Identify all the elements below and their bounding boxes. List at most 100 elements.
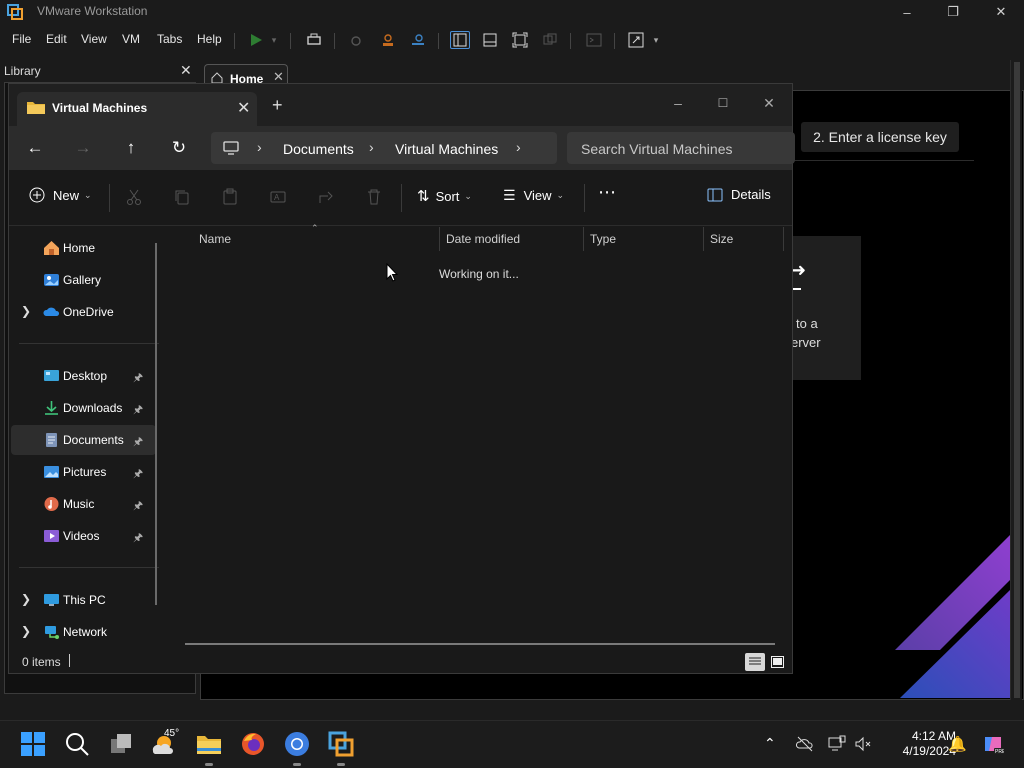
stretch-dropdown-icon[interactable]: ▾ (650, 31, 662, 49)
weather-widget[interactable]: 45° (150, 728, 186, 757)
snapshot-manager-icon[interactable] (408, 31, 428, 49)
nav-scrollbar[interactable] (155, 243, 157, 605)
nav-item-gallery[interactable]: Gallery (11, 265, 156, 295)
paste-icon[interactable] (221, 188, 239, 206)
task-view-icon[interactable] (108, 731, 134, 757)
sort-button[interactable]: ⇅ Sort ⌄ (417, 187, 472, 205)
revert-snapshot-icon[interactable] (378, 31, 398, 49)
nav-item-music[interactable]: Music 🖈 (11, 489, 156, 519)
new-tab-icon[interactable]: + (272, 95, 283, 116)
breadcrumb-chevron-icon[interactable]: › (257, 139, 262, 155)
restore-button[interactable]: ❐ (930, 0, 976, 24)
column-header-size[interactable]: Size (710, 232, 733, 246)
menu-view[interactable]: View (81, 32, 107, 46)
pin-icon[interactable]: 🖈 (133, 497, 143, 516)
close-button[interactable]: ✕ (978, 0, 1024, 24)
horizontal-scrollbar[interactable] (185, 643, 775, 645)
nav-item-this-pc[interactable]: ❯ This PC (11, 585, 156, 615)
menu-file[interactable]: File (12, 32, 31, 46)
forward-icon[interactable]: → (72, 137, 94, 159)
nav-item-network[interactable]: ❯ Network (11, 617, 156, 647)
details-view-icon[interactable] (745, 653, 765, 671)
enter-license-button[interactable]: 2. Enter a license key (801, 122, 959, 152)
up-icon[interactable]: ↑ (120, 137, 142, 159)
minimize-button[interactable]: – (884, 0, 930, 24)
search-input[interactable]: Search Virtual Machines (567, 132, 795, 164)
view-button[interactable]: ☰ View ⌄ (503, 187, 564, 204)
copy-icon[interactable] (173, 188, 191, 206)
show-library-icon[interactable] (450, 31, 470, 49)
menu-help[interactable]: Help (197, 32, 222, 46)
pin-icon[interactable]: 🖈 (133, 465, 143, 484)
cloud-offline-icon[interactable] (796, 735, 814, 753)
copilot-icon[interactable]: PRE (982, 733, 1004, 755)
column-header-date-modified[interactable]: Date modified (446, 232, 520, 246)
breadcrumb-chevron-icon[interactable]: › (369, 139, 374, 155)
chrome-icon[interactable] (284, 731, 310, 757)
network-status-icon[interactable] (828, 735, 846, 753)
column-header-type[interactable]: Type (590, 232, 616, 246)
volume-muted-icon[interactable] (854, 735, 872, 753)
full-screen-icon[interactable] (510, 31, 530, 49)
start-icon[interactable] (20, 731, 46, 757)
column-divider[interactable] (583, 227, 584, 251)
stretch-guest-icon[interactable] (626, 31, 646, 49)
menu-vm[interactable]: VM (122, 32, 140, 46)
column-divider[interactable] (783, 227, 784, 251)
refresh-icon[interactable]: ↻ (168, 137, 190, 159)
scrollbar-thumb[interactable] (1014, 62, 1020, 698)
menu-edit[interactable]: Edit (46, 32, 67, 46)
send-keys-icon[interactable] (304, 31, 324, 49)
nav-item-desktop[interactable]: Desktop 🖈 (11, 361, 156, 391)
large-icons-view-icon[interactable] (768, 653, 786, 671)
close-tab-icon[interactable]: ✕ (237, 98, 250, 118)
breadcrumb-documents[interactable]: Documents (283, 141, 354, 157)
new-button[interactable]: New ⌄ (29, 187, 92, 203)
minimize-button[interactable]: – (663, 90, 693, 116)
connect-remote-server-card[interactable]: ➜ to a erver (791, 236, 861, 380)
vmware-scrollbar[interactable] (1010, 60, 1022, 700)
breadcrumb-virtual-machines[interactable]: Virtual Machines (395, 141, 498, 157)
power-on-icon[interactable] (246, 31, 266, 49)
back-icon[interactable]: ← (24, 137, 46, 159)
nav-item-onedrive[interactable]: ❯ OneDrive (11, 297, 156, 327)
thumbnail-bar-icon[interactable] (480, 31, 500, 49)
search-icon[interactable] (64, 731, 90, 757)
expand-chevron-icon[interactable]: ❯ (21, 304, 31, 318)
more-options-icon[interactable]: ⋯ (598, 182, 616, 203)
unity-icon[interactable] (540, 31, 560, 49)
cut-icon[interactable] (125, 188, 143, 206)
delete-icon[interactable] (365, 188, 383, 206)
nav-item-pictures[interactable]: Pictures 🖈 (11, 457, 156, 487)
menu-tabs[interactable]: Tabs (157, 32, 182, 46)
show-hidden-icons-icon[interactable]: ⌃ (764, 735, 782, 753)
expand-chevron-icon[interactable]: ❯ (21, 592, 31, 606)
nav-item-documents[interactable]: Documents 🖈 (11, 425, 156, 455)
close-library-icon[interactable]: ✕ (180, 62, 192, 79)
pin-icon[interactable]: 🖈 (133, 529, 143, 548)
column-header-name[interactable]: Name (199, 232, 231, 246)
rename-icon[interactable]: A (269, 188, 287, 206)
snapshot-icon[interactable] (346, 31, 366, 49)
details-button[interactable]: Details (707, 187, 771, 202)
file-explorer-icon[interactable] (196, 731, 222, 757)
pin-icon[interactable]: 🖈 (133, 433, 143, 452)
clock[interactable]: 4:12 AM 4/19/2024 (880, 729, 956, 759)
breadcrumb-chevron-icon[interactable]: › (516, 139, 521, 155)
nav-item-videos[interactable]: Videos 🖈 (11, 521, 156, 551)
close-button[interactable]: ✕ (754, 90, 784, 116)
column-divider[interactable] (703, 227, 704, 251)
share-icon[interactable] (317, 188, 335, 206)
console-view-icon[interactable] (584, 31, 604, 49)
maximize-button[interactable]: ☐ (708, 90, 738, 116)
column-divider[interactable] (439, 227, 440, 251)
nav-item-downloads[interactable]: Downloads 🖈 (11, 393, 156, 423)
power-dropdown-icon[interactable]: ▾ (268, 31, 280, 49)
explorer-tab[interactable]: Virtual Machines ✕ (17, 92, 257, 126)
pin-icon[interactable]: 🖈 (133, 401, 143, 420)
nav-item-home[interactable]: Home (11, 233, 156, 263)
expand-chevron-icon[interactable]: ❯ (21, 624, 31, 638)
firefox-icon[interactable] (240, 731, 266, 757)
address-bar[interactable]: › Documents › Virtual Machines › (211, 132, 557, 164)
notification-bell-icon[interactable]: 🔔 (948, 735, 967, 753)
